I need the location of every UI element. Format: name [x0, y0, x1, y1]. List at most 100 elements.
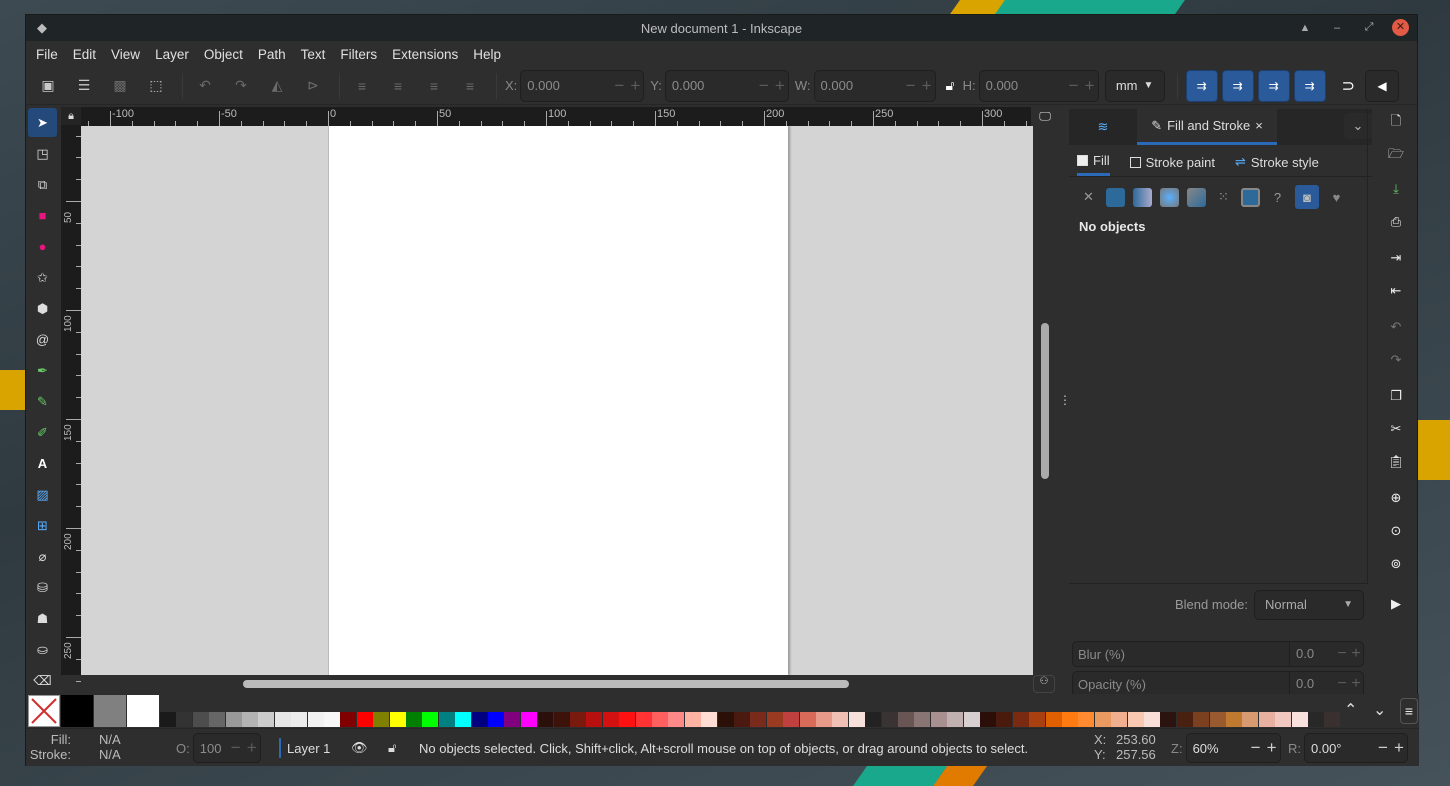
- h-decrement[interactable]: −: [1066, 76, 1082, 96]
- vertical-ruler[interactable]: 50 100 150 200 250: [61, 125, 81, 682]
- swatch-icon[interactable]: [1241, 187, 1260, 207]
- color-swatch[interactable]: [127, 695, 159, 727]
- minimize-icon[interactable]: –: [1328, 22, 1346, 34]
- no-paint-icon[interactable]: ✕: [1079, 188, 1098, 207]
- color-swatch[interactable]: [520, 712, 537, 727]
- color-swatch[interactable]: [602, 712, 619, 727]
- color-swatch[interactable]: [848, 712, 865, 727]
- color-swatch[interactable]: [94, 695, 126, 727]
- color-swatch[interactable]: [898, 712, 914, 727]
- radial-gradient-icon[interactable]: [1160, 187, 1179, 207]
- color-swatch[interactable]: [324, 712, 340, 727]
- spiral-tool-icon[interactable]: @: [28, 325, 57, 354]
- opacity-decrement[interactable]: −: [1335, 675, 1349, 693]
- color-swatch[interactable]: [274, 712, 291, 727]
- color-swatch[interactable]: [799, 712, 816, 727]
- new-document-icon[interactable]: 🗋︎: [1376, 109, 1416, 137]
- color-swatch[interactable]: [635, 712, 652, 727]
- star-tool-icon[interactable]: ✩: [28, 263, 57, 292]
- color-swatch[interactable]: [701, 712, 718, 727]
- h-field[interactable]: 0.000 − +: [978, 69, 1099, 102]
- y-field[interactable]: 0.000 − +: [664, 69, 789, 102]
- color-swatch[interactable]: [1258, 712, 1275, 727]
- color-swatch[interactable]: [242, 712, 258, 727]
- y-increment[interactable]: +: [772, 76, 788, 96]
- color-swatch[interactable]: [225, 712, 242, 727]
- w-increment[interactable]: +: [919, 76, 935, 96]
- color-swatch[interactable]: [1078, 712, 1095, 727]
- color-swatch[interactable]: [1291, 712, 1308, 727]
- blur-slider[interactable]: Blur (%) 0.0 − +: [1072, 641, 1364, 667]
- x-increment[interactable]: +: [627, 76, 643, 96]
- move-gradients-icon[interactable]: ⇉: [1257, 69, 1290, 102]
- color-swatch[interactable]: [865, 712, 882, 727]
- keep-above-icon[interactable]: ▲: [1296, 22, 1314, 34]
- color-swatch[interactable]: [176, 712, 193, 727]
- redo-icon[interactable]: ↷: [1376, 346, 1416, 374]
- color-swatch[interactable]: [914, 712, 931, 727]
- color-swatch[interactable]: [1045, 712, 1062, 727]
- color-swatch[interactable]: [586, 712, 603, 727]
- color-swatch[interactable]: [1193, 712, 1210, 727]
- color-swatch[interactable]: [570, 712, 586, 727]
- opacity-decrement[interactable]: −: [228, 738, 244, 758]
- color-swatch[interactable]: [684, 712, 701, 727]
- rotation-field[interactable]: 0.00° − +: [1304, 733, 1408, 763]
- calligraphy-tool-icon[interactable]: ✐: [28, 418, 57, 447]
- zoom-selection-icon[interactable]: ⊕: [1376, 484, 1416, 512]
- guide-lock-icon[interactable]: 🔒︎: [61, 107, 81, 126]
- y-decrement[interactable]: −: [756, 76, 772, 96]
- print-icon[interactable]: ⎙: [1376, 208, 1416, 236]
- tweak-tool-icon[interactable]: ☗: [28, 604, 57, 633]
- open-icon[interactable]: 🗁︎: [1376, 142, 1416, 170]
- layer-visibility-icon[interactable]: 👁︎: [351, 729, 368, 767]
- lower-to-bottom-icon[interactable]: ≡: [456, 72, 484, 100]
- flat-color-icon[interactable]: [1106, 187, 1125, 207]
- color-swatch[interactable]: [1275, 712, 1292, 727]
- blur-decrement[interactable]: −: [1335, 645, 1349, 663]
- w-decrement[interactable]: −: [903, 76, 919, 96]
- color-swatch[interactable]: [291, 712, 308, 727]
- undo-icon[interactable]: ↶: [1376, 313, 1416, 341]
- select-all-icon[interactable]: ▣: [34, 72, 62, 100]
- touch-select-icon[interactable]: ⬚: [142, 72, 170, 100]
- rectangle-tool-icon[interactable]: ■: [28, 201, 57, 230]
- rotate-ccw-button[interactable]: −: [1375, 738, 1391, 758]
- zoom-field[interactable]: 60% − +: [1185, 733, 1281, 763]
- w-field[interactable]: 0.000 − +: [813, 69, 936, 102]
- 3d-box-tool-icon[interactable]: ⬢: [28, 294, 57, 323]
- spray-tool-icon[interactable]: ⛀: [28, 635, 57, 664]
- menu-help[interactable]: Help: [473, 47, 501, 62]
- color-swatch[interactable]: [766, 712, 783, 727]
- color-swatch[interactable]: [504, 712, 521, 727]
- subtab-fill[interactable]: Fill: [1077, 153, 1110, 176]
- color-swatch[interactable]: [734, 712, 750, 727]
- color-swatch[interactable]: [1111, 712, 1128, 727]
- blend-mode-select[interactable]: Normal ▼: [1254, 589, 1364, 620]
- color-swatch[interactable]: [947, 712, 964, 727]
- color-swatch[interactable]: [750, 712, 767, 727]
- export-icon[interactable]: ⇤: [1376, 277, 1416, 305]
- maximize-icon[interactable]: ⤢: [1360, 21, 1378, 34]
- text-tool-icon[interactable]: A: [28, 449, 57, 478]
- rotate-ccw-icon[interactable]: ↶: [191, 72, 219, 100]
- color-swatch[interactable]: [963, 712, 980, 727]
- color-swatch[interactable]: [1226, 712, 1242, 727]
- color-swatch[interactable]: [553, 712, 570, 727]
- x-field[interactable]: 0.000 − +: [520, 69, 645, 102]
- menu-extensions[interactable]: Extensions: [392, 47, 458, 62]
- color-swatch[interactable]: [1324, 712, 1341, 727]
- subtab-stroke-paint[interactable]: Stroke paint: [1129, 153, 1215, 176]
- mesh-gradient-icon[interactable]: [1187, 187, 1206, 207]
- move-patterns-icon[interactable]: ⇉: [1293, 69, 1326, 102]
- zoom-drawing-icon[interactable]: ⊙: [1376, 517, 1416, 545]
- import-icon[interactable]: ⇥: [1376, 244, 1416, 272]
- document-page[interactable]: [328, 126, 788, 675]
- color-swatch[interactable]: [209, 712, 226, 727]
- display-mode-icon[interactable]: 🖵︎: [1034, 109, 1056, 127]
- ellipse-tool-icon[interactable]: ●: [28, 232, 57, 261]
- zoom-in-button[interactable]: +: [1264, 738, 1280, 758]
- fill-rule-nonzero-icon[interactable]: ♥: [1327, 188, 1346, 207]
- color-swatch[interactable]: [1094, 712, 1111, 727]
- subtab-stroke-style[interactable]: ⇌ Stroke style: [1235, 153, 1319, 176]
